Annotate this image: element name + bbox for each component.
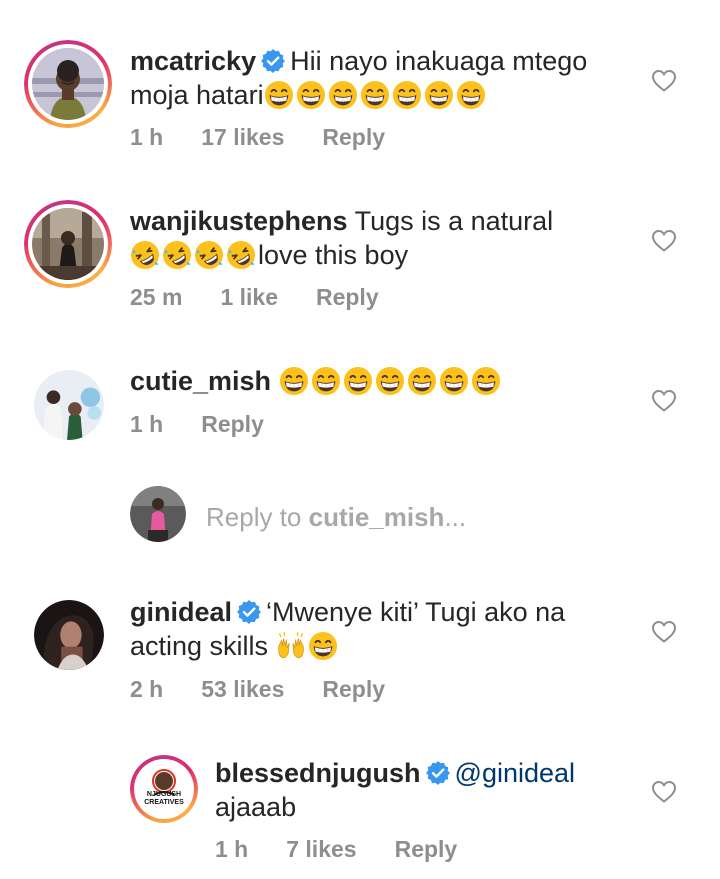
user-photo bbox=[136, 761, 192, 817]
timestamp: 1 h bbox=[215, 836, 249, 862]
avatar[interactable]: NJUGUSH CREATIVES bbox=[130, 755, 198, 823]
avatar-logo-text: NJUGUSH CREATIVES bbox=[144, 791, 184, 806]
verified-badge-icon bbox=[425, 760, 451, 786]
comment-blessednjugush: NJUGUSH CREATIVES blessednjugush @ginidea… bbox=[0, 0, 720, 879]
heart-icon[interactable] bbox=[651, 779, 677, 805]
comment-body: blessednjugush @ginideal ajaaab bbox=[215, 756, 635, 824]
likes-count[interactable]: 7 likes bbox=[286, 836, 356, 862]
comment-text: ajaaab bbox=[215, 792, 297, 822]
mention-link[interactable]: @ginideal bbox=[455, 758, 576, 788]
username[interactable]: blessednjugush bbox=[215, 758, 421, 788]
comment-meta: 1 h 7 likes Reply bbox=[215, 836, 495, 863]
reply-button[interactable]: Reply bbox=[395, 836, 458, 862]
